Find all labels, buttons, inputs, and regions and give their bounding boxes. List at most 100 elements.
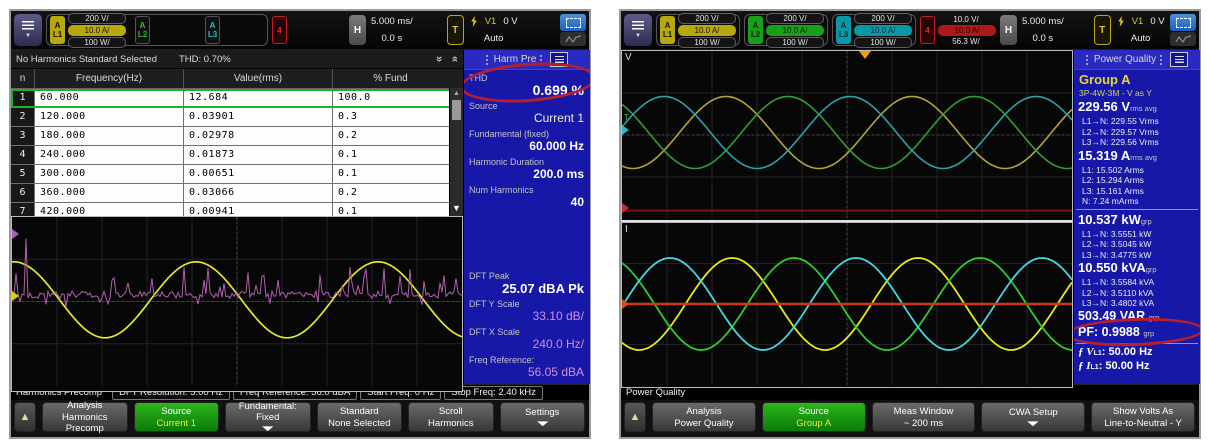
scroll-down-icon[interactable]: ▼ — [452, 202, 461, 216]
right-softkey-bar: ▲ Analysis Power Quality Source Group A … — [621, 400, 1199, 437]
channel-l1-group: A L1 200 V/ 10.0 A/ 100 W/ — [656, 14, 740, 46]
horizontal-button[interactable]: H — [1000, 15, 1017, 45]
table-row[interactable]: 4 240.000 0.01873 0.1 — [11, 146, 463, 165]
vrms-l2-readout: L2→N: 229.57 Vrms — [1074, 127, 1200, 138]
waveform-tool-button[interactable] — [560, 32, 586, 46]
softkey-back-button[interactable]: ▲ — [14, 402, 36, 432]
dft-reference-marker-icon[interactable] — [12, 229, 19, 239]
voltage-waveform-plot — [622, 51, 1072, 219]
table-row[interactable]: 3 180.000 0.02978 0.2 — [11, 127, 463, 146]
waveform-tool-button[interactable] — [1170, 32, 1196, 46]
channel-4-badge[interactable]: 4 — [272, 16, 287, 44]
l1-volts-scale[interactable]: 200 V/ — [68, 13, 126, 24]
l1-volts-scale[interactable]: 200 V/ — [678, 13, 736, 24]
table-row[interactable]: 6 360.000 0.03066 0.2 — [11, 184, 463, 203]
l3-amps-scale[interactable]: 10.0 A/ — [854, 25, 912, 36]
kw-l3-readout: L3→N: 3.4775 kW — [1074, 250, 1200, 261]
collapse-chevron-icon[interactable]: » — [433, 56, 445, 62]
channel-l2-badge[interactable]: A L2 — [748, 16, 763, 44]
trigger-button[interactable]: T — [1094, 15, 1111, 45]
l2-volts-scale[interactable]: 200 V/ — [766, 13, 824, 24]
channel-l1-badge[interactable]: A L1 — [660, 16, 675, 44]
trigger-source: V1 — [1132, 16, 1144, 27]
col-n: n — [11, 69, 35, 88]
trigger-level: 0 V — [1150, 16, 1164, 27]
current-waveform-window[interactable]: I — [621, 222, 1073, 388]
kw-readout: 10.537 kWgrp — [1074, 212, 1200, 229]
ch1-ground-marker-icon[interactable] — [12, 291, 19, 301]
softkey-back-button[interactable]: ▲ — [624, 402, 646, 432]
channel-l2-badge[interactable]: A L2 — [135, 16, 150, 44]
zoom-rect-icon — [566, 18, 581, 28]
arms-avg-readout: 15.319 Arms avg — [1074, 148, 1200, 165]
channel-4-badge[interactable]: 4 — [920, 16, 935, 44]
table-row[interactable]: 1 60.000 12.684 100.0 — [11, 89, 463, 108]
softkey-analysis[interactable]: Analysis Harmonics Precomp — [42, 402, 128, 432]
scrollbar-thumb[interactable] — [452, 100, 461, 120]
l3-volts-scale[interactable]: 200 V/ — [854, 13, 912, 24]
current-window-label: I — [625, 224, 628, 235]
l2-watts-scale[interactable]: 100 W/ — [766, 37, 824, 48]
trigger-button[interactable]: T — [447, 15, 464, 45]
main-menu-button[interactable]: ▼ — [624, 14, 652, 46]
drag-grip-icon — [486, 55, 490, 65]
col-value: Value(rms) — [184, 69, 333, 88]
chevron-down-icon: ▼ — [25, 33, 31, 39]
l1-amps-scale[interactable]: 10.0 A/ — [68, 25, 126, 36]
ch4-ground-marker-icon[interactable] — [622, 203, 629, 213]
voltage-ground-marker-icon[interactable] — [622, 125, 629, 135]
power-quality-panel: Power Quality Group A 3P-4W-3M - V as Y … — [1073, 50, 1200, 384]
softkey-show-volts-as[interactable]: Show Volts As Line-to-Neutral - Y — [1091, 402, 1195, 432]
zoom-select-button[interactable] — [560, 14, 586, 31]
horizontal-button[interactable]: H — [349, 15, 366, 45]
neutral-current-marker-icon[interactable] — [622, 299, 629, 309]
expand-chevron-icon[interactable]: » — [449, 56, 461, 62]
softkey-fundamental[interactable]: Fundamental: Fixed ▼ — [225, 402, 311, 432]
main-menu-button[interactable]: ▼ — [14, 14, 42, 46]
panel-title-bar[interactable]: Power Quality — [1074, 50, 1200, 70]
left-softkey-bar: ▲ Analysis Harmonics Precomp Source Curr… — [11, 400, 589, 437]
scroll-up-icon[interactable]: ▲ — [453, 88, 460, 100]
thd-summary-label: THD: 0.70% — [179, 54, 231, 65]
softkey-scroll[interactable]: Scroll Harmonics — [408, 402, 494, 432]
kva-l1-readout: L1→N: 3.5584 kVA — [1074, 277, 1200, 288]
dropdown-arrow-icon: ▼ — [911, 419, 1155, 428]
channel-l3-badge[interactable]: A L3 — [836, 16, 851, 44]
panel-menu-icon[interactable] — [550, 52, 568, 67]
kva-readout: 10.550 kVAgrp — [1074, 260, 1200, 277]
l1-watts-scale[interactable]: 100 W/ — [68, 37, 126, 48]
drag-grip-icon — [1086, 55, 1090, 65]
trigger-slope-icon — [470, 16, 478, 27]
ch4-watts-scale: 56.3 W/ — [938, 37, 994, 46]
softkey-meas-window[interactable]: Meas Window ~ 200 ms — [872, 402, 976, 432]
num-harmonics-readout: Num Harmonics 40 — [464, 182, 590, 210]
wiring-config-label: 3P-4W-3M - V as Y — [1074, 88, 1200, 99]
l2-amps-scale[interactable]: 10.0 A/ — [766, 25, 824, 36]
l1-amps-scale[interactable]: 10.0 A/ — [678, 25, 736, 36]
voltage-waveform-window[interactable]: V T — [621, 50, 1073, 222]
channel-l3-badge[interactable]: A L3 — [205, 16, 220, 44]
table-row[interactable]: 2 120.000 0.03901 0.3 — [11, 108, 463, 127]
drag-grip-icon — [1160, 55, 1164, 65]
channel-4-label: 4 — [277, 26, 281, 35]
harm-pre-panel: Harm Pre THD 0.699 % Source Current 1 Fu… — [463, 50, 590, 384]
l3-watts-scale[interactable]: 100 W/ — [854, 37, 912, 48]
timebase-delay: 0.0 s — [371, 33, 413, 44]
dft-waveform-window[interactable] — [11, 216, 463, 392]
table-row[interactable]: 5 300.000 0.00651 0.1 — [11, 165, 463, 184]
trigger-position-marker-icon[interactable] — [859, 51, 871, 59]
panel-menu-icon[interactable] — [1170, 52, 1188, 67]
softkey-settings[interactable]: Settings ▼ — [500, 402, 586, 432]
softkey-analysis[interactable]: Analysis Power Quality — [652, 402, 756, 432]
softkey-cwa-setup[interactable]: CWA Setup ▼ — [981, 402, 1085, 432]
col-fund: % Fund — [333, 69, 448, 88]
panel-title-bar[interactable]: Harm Pre — [464, 50, 590, 70]
zoom-select-button[interactable] — [1170, 14, 1196, 31]
ch4-amps-scale[interactable]: 10.0 A/ — [938, 25, 996, 36]
pf-readout: PF: 0.9988 grp — [1074, 325, 1200, 341]
panel-title: Harm Pre — [494, 54, 537, 65]
channel-l1-badge[interactable]: A L1 — [50, 16, 65, 44]
softkey-source[interactable]: Source Group A — [762, 402, 866, 432]
l1-watts-scale[interactable]: 100 W/ — [678, 37, 736, 48]
chevron-down-icon: ▼ — [635, 33, 641, 39]
